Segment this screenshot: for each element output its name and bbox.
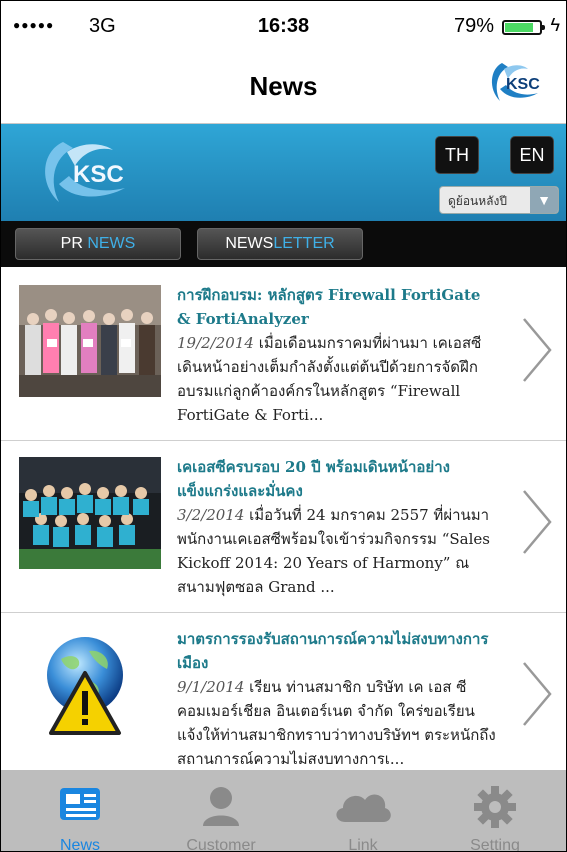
news-item-title[interactable]: เคเอสซีครบรอบ 20 ปี พร้อมเดินหน้าอย่างแข… <box>177 455 497 503</box>
page-title: News <box>249 71 318 101</box>
chevron-right-icon[interactable] <box>522 489 552 555</box>
bottom-tab-bar: News Customer Link Setting <box>1 770 566 852</box>
battery-percent: 79% <box>453 15 494 37</box>
tab-pr-news-label-b: NEWS <box>87 235 136 252</box>
chevron-right-icon[interactable] <box>522 661 552 727</box>
news-item-content: เคเอสซีครบรอบ 20 ปี พร้อมเดินหน้าอย่างแข… <box>177 455 497 599</box>
tab-link-label: Link <box>348 837 378 852</box>
news-item-date: 3/2/2014 <box>177 506 245 524</box>
tab-link[interactable]: Link <box>293 770 433 852</box>
news-item-title[interactable]: มาตรการรองรับสถานการณ์ความไม่สงบทางการเม… <box>177 627 497 675</box>
news-item[interactable]: การฝึกอบรม: หลักสูตร Firewall FortiGate … <box>1 269 566 441</box>
news-item-content: มาตรการรองรับสถานการณ์ความไม่สงบทางการเม… <box>177 627 497 769</box>
banner-logo-text: KSC <box>73 161 124 188</box>
news-item-content: การฝึกอบรม: หลักสูตร Firewall FortiGate … <box>177 283 497 427</box>
tab-newsletter-label-a: NEWS <box>225 235 274 252</box>
news-item-excerpt: 3/2/2014 เมื่อวันที่ 24 มกราคม 2557 ที่ผ… <box>177 503 497 599</box>
chevron-right-icon[interactable] <box>522 317 552 383</box>
news-item-excerpt: 19/2/2014 เมื่อเดือนมกราคมที่ผ่านมา เคเอ… <box>177 331 497 427</box>
person-icon <box>203 787 239 826</box>
tab-setting-label: Setting <box>470 837 520 852</box>
battery-icon <box>502 20 545 35</box>
tab-pr-news-label-a: PR <box>60 235 88 252</box>
chevron-down-icon[interactable]: ▼ <box>530 187 558 213</box>
news-item-date: 19/2/2014 <box>177 334 254 352</box>
navigation-bar: News KSC <box>1 45 566 124</box>
status-bar: ●●●●● 3G 16:38 79% ϟ <box>1 1 566 45</box>
lang-en-button[interactable]: EN <box>510 136 554 174</box>
tab-news[interactable]: News <box>10 770 150 852</box>
lang-th-button[interactable]: TH <box>435 136 479 174</box>
news-item[interactable]: มาตรการรองรับสถานการณ์ความไม่สงบทางการเม… <box>1 613 566 769</box>
news-item-date: 9/1/2014 <box>177 678 245 696</box>
tab-pr-news[interactable]: PR NEWS <box>15 228 181 260</box>
battery-fill <box>505 23 534 32</box>
header-banner: KSC TH EN ดูย้อนหลังปี ▼ <box>1 124 566 221</box>
app-frame: ●●●●● 3G 16:38 79% ϟ News KSC KSC TH EN … <box>0 0 567 852</box>
tab-customer[interactable]: Customer <box>151 770 291 852</box>
newspaper-icon <box>60 788 100 820</box>
ksc-logo[interactable]: KSC <box>484 59 548 105</box>
tab-newsletter-label-b: LETTER <box>273 235 335 252</box>
news-type-tabs: PR NEWS NEWSLETTER <box>1 221 566 267</box>
year-select[interactable]: ดูย้อนหลังปี ▼ <box>439 186 559 214</box>
tab-setting[interactable]: Setting <box>425 770 565 852</box>
news-item-title[interactable]: การฝึกอบรม: หลักสูตร Firewall FortiGate … <box>177 283 497 331</box>
tab-customer-label: Customer <box>186 837 256 852</box>
gear-icon <box>474 786 516 828</box>
tab-newsletter[interactable]: NEWSLETTER <box>197 228 363 260</box>
news-item-excerpt: 9/1/2014 เรียน ท่านสมาชิก บริษัท เค เอส … <box>177 675 497 769</box>
year-select-label: ดูย้อนหลังปี <box>448 194 507 208</box>
news-thumbnail-training <box>19 285 161 397</box>
warning-globe-icon <box>19 629 161 741</box>
logo-text: KSC <box>506 76 540 93</box>
tab-news-label: News <box>59 837 100 852</box>
ksc-banner-logo: KSC <box>45 142 125 202</box>
news-thumbnail-anniversary <box>19 457 161 569</box>
news-item[interactable]: เคเอสซีครบรอบ 20 ปี พร้อมเดินหน้าอย่างแข… <box>1 441 566 613</box>
bolt-icon: ϟ <box>550 15 560 35</box>
news-list: การฝึกอบรม: หลักสูตร Firewall FortiGate … <box>1 269 566 769</box>
cloud-icon <box>336 794 391 822</box>
